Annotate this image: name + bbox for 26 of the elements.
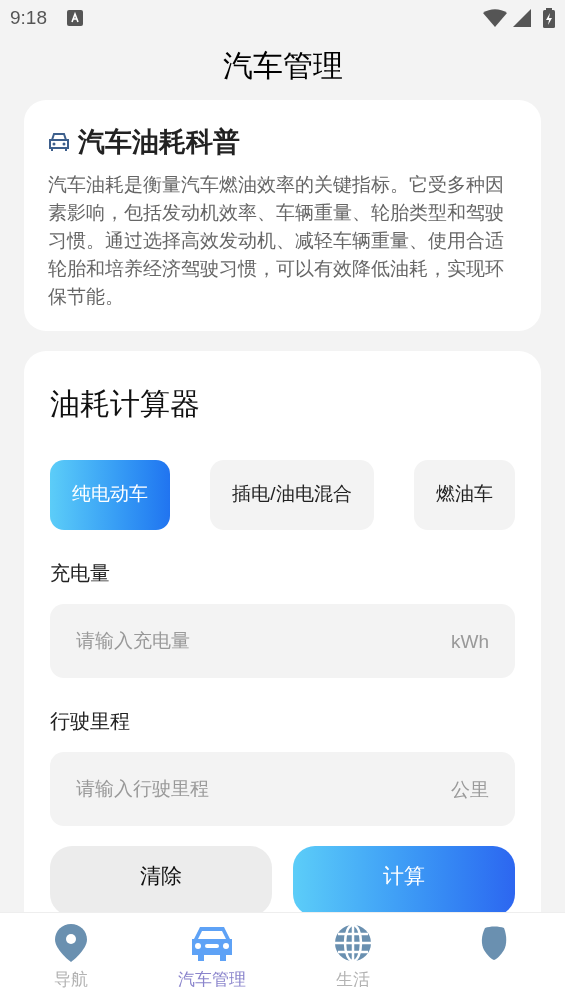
vehicle-type-tab[interactable]: 纯电动车: [50, 459, 170, 530]
clear-button[interactable]: 清除: [50, 845, 272, 912]
field-label: 充电量: [50, 560, 111, 586]
calculate-button[interactable]: 计算: [293, 845, 515, 912]
status-time: 9:18: [10, 5, 47, 30]
nav-tab[interactable]: 生活: [282, 913, 424, 1004]
nav-tab[interactable]: 导航: [0, 913, 142, 1004]
car-outline-icon: [48, 132, 70, 153]
keyboard-notification-icon: [67, 10, 83, 26]
vehicle-type-tab[interactable]: 插电/油电混合: [210, 459, 374, 530]
wifi-icon: [483, 9, 507, 27]
info-text: 汽车油耗是衡量汽车燃油效率的关键指标。它受多种因素影响，包括发动机效率、车辆重量、轮胎类型和驾驶习惯。通过选择高效发动机、减轻车辆重量、使用合适轮胎和培养经济驾驶习惯，可以有效降低油耗，实现环保节能。: [48, 172, 505, 309]
nav-tab[interactable]: 汽车管理: [141, 913, 283, 1004]
info-title: 汽车油耗科普: [78, 126, 240, 159]
vehicle-type-tab[interactable]: 燃油车: [414, 459, 515, 530]
calculator-title: 油耗计算器: [50, 385, 201, 422]
signal-icon: [513, 9, 531, 27]
location-pin-icon: [54, 924, 87, 962]
field-label: 行驶里程: [50, 708, 131, 734]
shield-icon: [481, 926, 508, 960]
unit-label: kWh: [451, 629, 489, 654]
globe-icon: [334, 924, 373, 962]
car-icon: [189, 925, 234, 961]
battery-charging-icon: [543, 8, 555, 28]
page-title: 汽车管理: [222, 47, 343, 84]
unit-label: 公里: [451, 777, 489, 802]
